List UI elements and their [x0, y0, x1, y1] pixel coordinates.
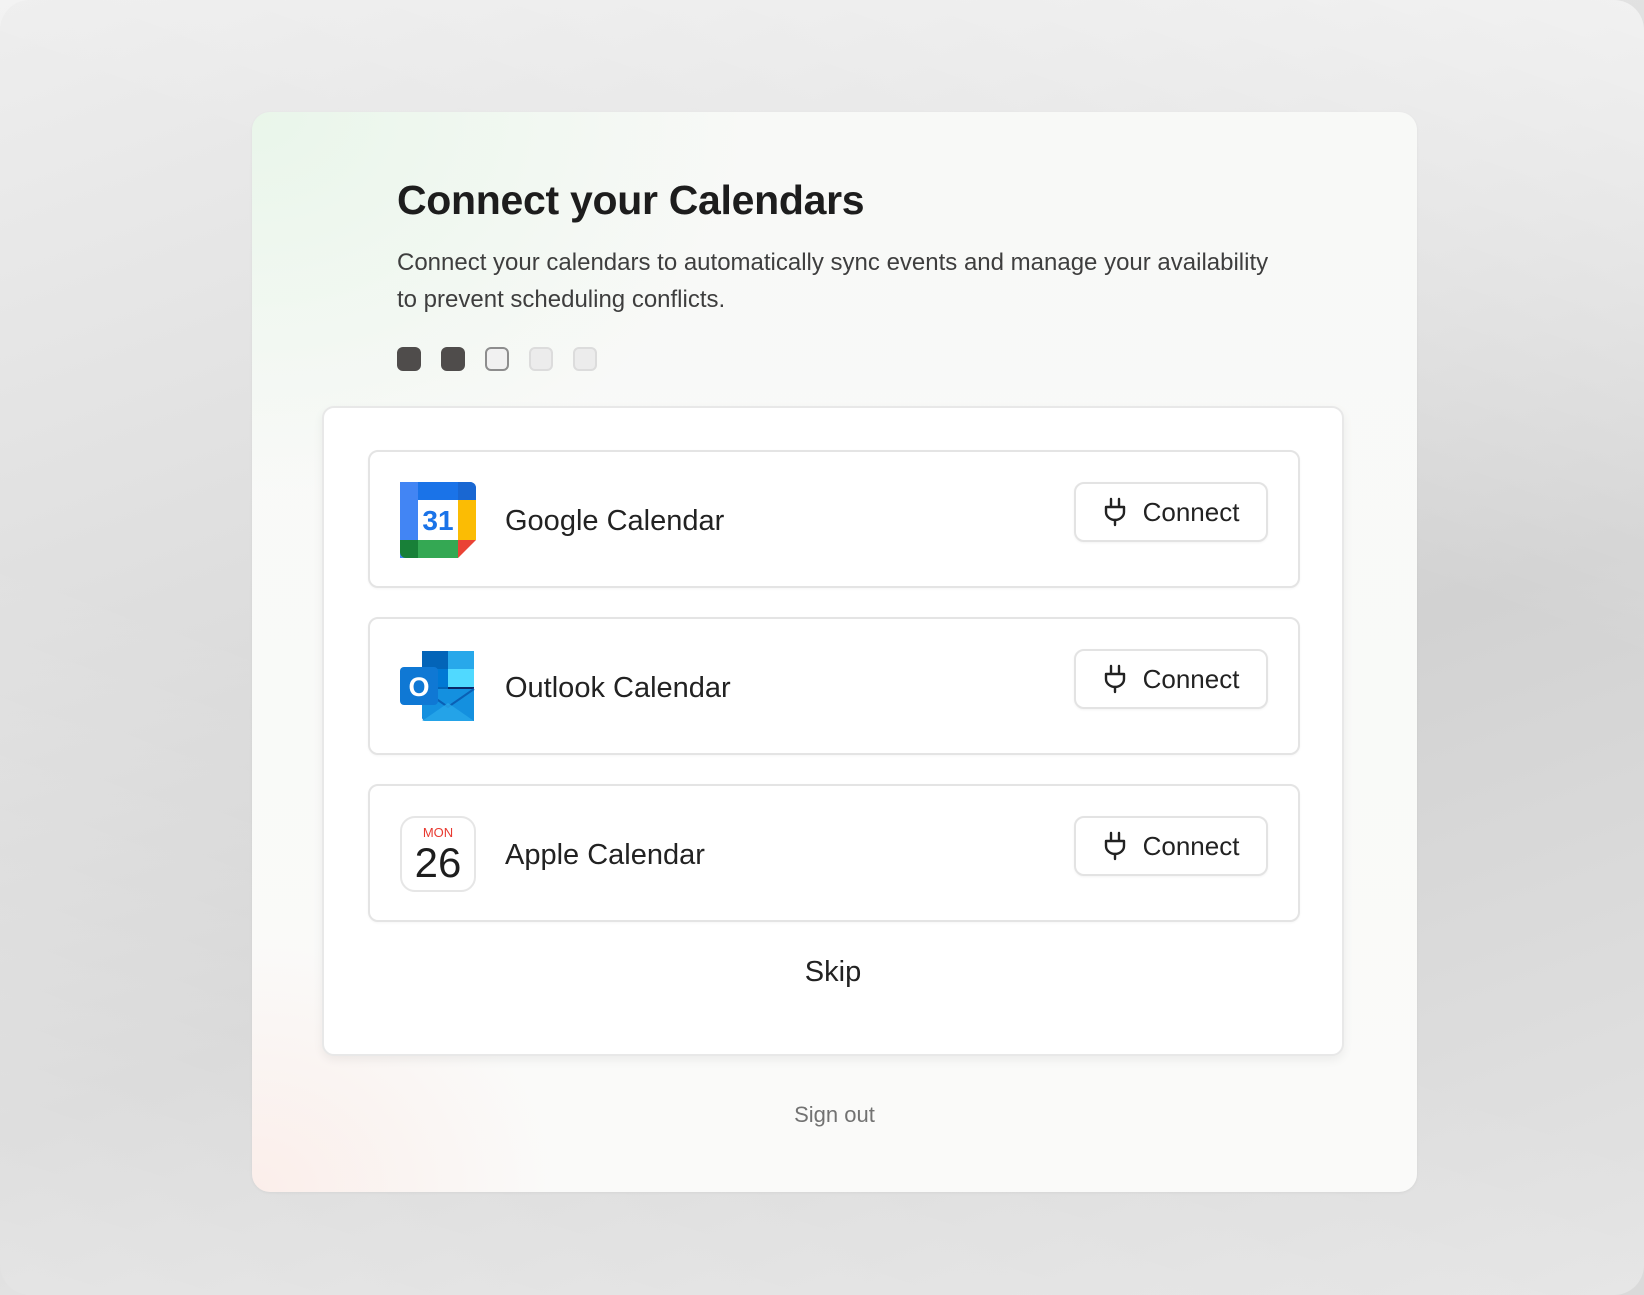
apple-logo-date: 26 [415, 839, 462, 886]
page-subtitle: Connect your calendars to automatically … [397, 249, 1269, 313]
calendar-list-card: 31 Google Calendar Connect O Outlook Cal… [322, 406, 1344, 1056]
plug-icon [1104, 497, 1125, 527]
sign-out-link[interactable]: Sign out [252, 1102, 1417, 1128]
connect-google-button[interactable]: Connect [1074, 482, 1268, 542]
plug-icon [1104, 664, 1125, 694]
calendar-name: Google Calendar [505, 505, 725, 537]
google-calendar-icon: 31 [400, 482, 476, 558]
desktop-background: Connect your Calendars Connect your cale… [0, 0, 1644, 1295]
step-indicator-5 [573, 347, 597, 371]
step-indicator-2 [441, 347, 465, 371]
apple-calendar-icon: MON 26 [400, 816, 476, 892]
calendar-row-outlook: O Outlook Calendar Connect [368, 617, 1300, 755]
onboarding-window: Connect your Calendars Connect your cale… [252, 112, 1417, 1192]
step-indicator-3 [485, 347, 509, 371]
connect-label: Connect [1142, 496, 1240, 527]
connect-outlook-button[interactable]: Connect [1074, 649, 1268, 709]
apple-logo-day: MON [423, 825, 453, 840]
calendar-row-google: 31 Google Calendar Connect [368, 450, 1300, 588]
page-title: Connect your Calendars [397, 177, 865, 223]
connect-label: Connect [1142, 663, 1240, 694]
google-logo-date: 31 [422, 505, 453, 536]
connect-label: Connect [1142, 830, 1240, 861]
step-indicator-4 [529, 347, 553, 371]
calendar-name: Apple Calendar [505, 839, 705, 871]
progress-steps [397, 347, 597, 371]
connect-apple-button[interactable]: Connect [1074, 816, 1268, 876]
outlook-logo-letter: O [408, 672, 429, 702]
skip-button[interactable]: Skip [324, 956, 1342, 989]
plug-icon [1104, 831, 1125, 861]
step-indicator-1 [397, 347, 421, 371]
calendar-row-apple: MON 26 Apple Calendar Connect [368, 784, 1300, 922]
outlook-icon: O [400, 649, 476, 725]
calendar-name: Outlook Calendar [505, 672, 731, 704]
